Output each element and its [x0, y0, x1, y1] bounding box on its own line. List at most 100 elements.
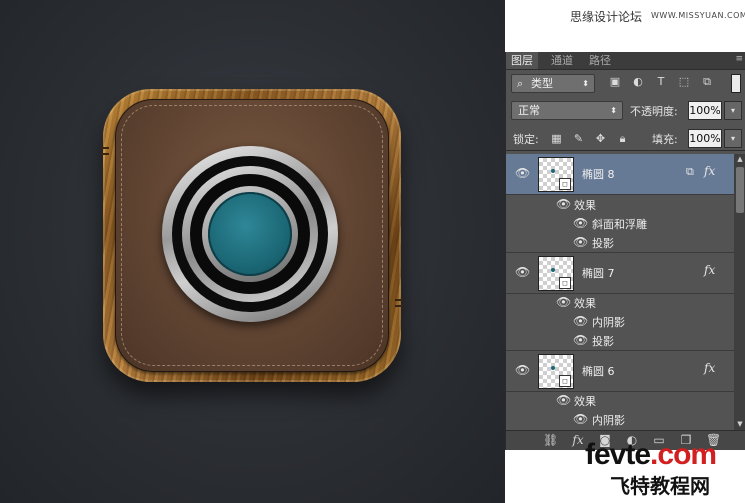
- lens-glass: [208, 192, 292, 276]
- watermark-domain: .com: [650, 438, 717, 471]
- visibility-eye-icon[interactable]: 👁︎: [556, 197, 571, 211]
- visibility-eye-icon[interactable]: 👁︎: [515, 363, 530, 377]
- thumbnail-shape: [551, 366, 555, 370]
- fx-icon[interactable]: fx: [704, 361, 715, 375]
- effect-label: 内阴影: [592, 414, 625, 427]
- layer-thumbnail: ◻: [538, 157, 574, 192]
- chevron-down-icon: ⬍: [610, 106, 617, 115]
- layers-panel: 图层 通道 路径 ≡ ⌕ 类型 ⬍ ▣ ◐ T ⬚ ⧉ 正常 ⬍ 不透明度: 1…: [505, 52, 745, 451]
- visibility-eye-icon[interactable]: 👁︎: [556, 295, 571, 309]
- blend-mode-select[interactable]: 正常 ⬍: [511, 101, 623, 120]
- pixel-layer-filter-icon[interactable]: ▣: [609, 76, 621, 88]
- visibility-eye-icon[interactable]: 👁︎: [556, 393, 571, 407]
- fx-icon[interactable]: fx: [704, 164, 715, 178]
- effect-label: 斜面和浮雕: [592, 218, 647, 231]
- effects-label: 效果: [574, 395, 596, 408]
- effect-label: 投影: [592, 237, 614, 250]
- lock-position-icon[interactable]: ✥: [594, 132, 607, 145]
- adjustment-layer-filter-icon[interactable]: ◐: [632, 76, 644, 88]
- tab-channels[interactable]: 通道: [546, 52, 578, 69]
- shape-layer-filter-icon[interactable]: ⬚: [678, 76, 690, 88]
- layer-row-ellipse-6[interactable]: 👁︎ ◻ 椭圆 6 fx: [506, 351, 734, 392]
- lock-transparency-icon[interactable]: ▦: [550, 132, 563, 145]
- scroll-thumb[interactable]: [736, 167, 744, 213]
- watermark-logo: fevte.com: [585, 438, 717, 472]
- panel-tabs: 图层 通道 路径 ≡: [506, 52, 745, 70]
- layers-scrollbar[interactable]: ▲ ▼: [734, 154, 745, 430]
- scroll-up-icon[interactable]: ▲: [734, 154, 745, 165]
- effects-label: 效果: [574, 199, 596, 212]
- layer-name[interactable]: 椭圆 8: [582, 166, 615, 182]
- effect-label: 内阴影: [592, 316, 625, 329]
- watermark-brand-cn: 飞特教程网: [610, 474, 710, 498]
- layers-list: 👁︎ ◻ 椭圆 8 ⧉ fx 👁︎ 效果 👁︎ 斜面和浮雕 👁︎ 投影 👁︎ ◻…: [506, 154, 734, 430]
- fill-input[interactable]: 100%: [688, 129, 722, 148]
- clipping-mask-icon[interactable]: ⧉: [686, 165, 694, 179]
- lock-pixels-icon[interactable]: ✎: [572, 132, 585, 145]
- layer-thumbnail: ◻: [538, 256, 574, 291]
- filter-type-label: 类型: [531, 77, 553, 90]
- layer-name[interactable]: 椭圆 6: [582, 363, 615, 379]
- watermark-brand: fevte: [585, 438, 651, 471]
- add-layer-style-icon[interactable]: fx: [571, 433, 585, 447]
- blend-row: 正常 ⬍ 不透明度: 100% ▾: [506, 98, 745, 122]
- frame-notch: [395, 299, 403, 301]
- effect-inner-shadow[interactable]: 👁︎ 内阴影: [506, 410, 734, 429]
- site-header: 思缘设计论坛 WWW.MISSYUAN.COM: [505, 0, 745, 52]
- lock-all-icon[interactable]: 🔒︎: [616, 132, 629, 145]
- visibility-eye-icon[interactable]: 👁︎: [573, 216, 588, 230]
- site-url: WWW.MISSYUAN.COM: [651, 11, 745, 20]
- visibility-eye-icon[interactable]: 👁︎: [573, 412, 588, 426]
- shape-badge-icon: ◻: [559, 178, 571, 190]
- link-layers-icon[interactable]: ⛓︎: [543, 433, 558, 447]
- filter-type-select[interactable]: ⌕ 类型 ⬍: [511, 74, 595, 93]
- filter-row: ⌕ 类型 ⬍ ▣ ◐ T ⬚ ⧉: [506, 70, 745, 96]
- tab-paths[interactable]: 路径: [584, 52, 616, 69]
- tab-layers[interactable]: 图层: [506, 52, 538, 69]
- frame-notch: [395, 305, 403, 307]
- shape-badge-icon: ◻: [559, 277, 571, 289]
- fill-label: 填充:: [652, 133, 678, 146]
- opacity-label: 不透明度:: [630, 105, 678, 118]
- type-layer-filter-icon[interactable]: T: [655, 76, 667, 88]
- frame-notch: [101, 153, 109, 155]
- search-icon: ⌕: [517, 77, 524, 90]
- frame-notch: [101, 147, 109, 149]
- site-title: 思缘设计论坛: [570, 10, 643, 24]
- fill-slider-button[interactable]: ▾: [724, 129, 742, 148]
- layer-row-ellipse-7[interactable]: 👁︎ ◻ 椭圆 7 fx: [506, 253, 734, 294]
- blend-mode-value: 正常: [518, 104, 540, 117]
- opacity-slider-button[interactable]: ▾: [724, 101, 742, 120]
- visibility-eye-icon[interactable]: 👁︎: [573, 314, 588, 328]
- camera-lens: [162, 146, 338, 322]
- effect-bevel-emboss[interactable]: 👁︎ 斜面和浮雕: [506, 214, 734, 233]
- layer-name[interactable]: 椭圆 7: [582, 265, 615, 281]
- scroll-down-icon[interactable]: ▼: [734, 419, 745, 430]
- visibility-eye-icon[interactable]: 👁︎: [515, 166, 530, 180]
- effect-drop-shadow[interactable]: 👁︎ 投影: [506, 233, 734, 252]
- effect-inner-shadow[interactable]: 👁︎ 内阴影: [506, 312, 734, 331]
- watermark: fevte.com 飞特教程网: [505, 438, 745, 503]
- effects-label: 效果: [574, 297, 596, 310]
- layer-row-ellipse-8[interactable]: 👁︎ ◻ 椭圆 8 ⧉ fx: [506, 154, 734, 195]
- visibility-eye-icon[interactable]: 👁︎: [573, 235, 588, 249]
- effects-group[interactable]: 👁︎ 效果: [506, 195, 734, 214]
- effect-drop-shadow[interactable]: 👁︎ 投影: [506, 331, 734, 350]
- document-canvas[interactable]: [0, 0, 505, 503]
- thumbnail-shape: [551, 268, 555, 272]
- layer-thumbnail: ◻: [538, 354, 574, 389]
- thumbnail-shape: [551, 169, 555, 173]
- effects-group[interactable]: 👁︎ 效果: [506, 293, 734, 312]
- visibility-eye-icon[interactable]: 👁︎: [573, 333, 588, 347]
- effects-group[interactable]: 👁︎ 效果: [506, 391, 734, 410]
- effect-label: 投影: [592, 335, 614, 348]
- fx-icon[interactable]: fx: [704, 263, 715, 277]
- filter-toggle-switch[interactable]: [731, 74, 741, 93]
- smart-object-filter-icon[interactable]: ⧉: [701, 76, 713, 88]
- panel-menu-icon[interactable]: ≡: [735, 54, 743, 64]
- visibility-eye-icon[interactable]: 👁︎: [515, 265, 530, 279]
- lock-row: 锁定: ▦ ✎ ✥ 🔒︎ 填充: 100% ▾: [506, 126, 745, 151]
- chevron-down-icon: ⬍: [582, 79, 589, 88]
- opacity-input[interactable]: 100%: [688, 101, 722, 120]
- lock-label: 锁定:: [513, 133, 539, 146]
